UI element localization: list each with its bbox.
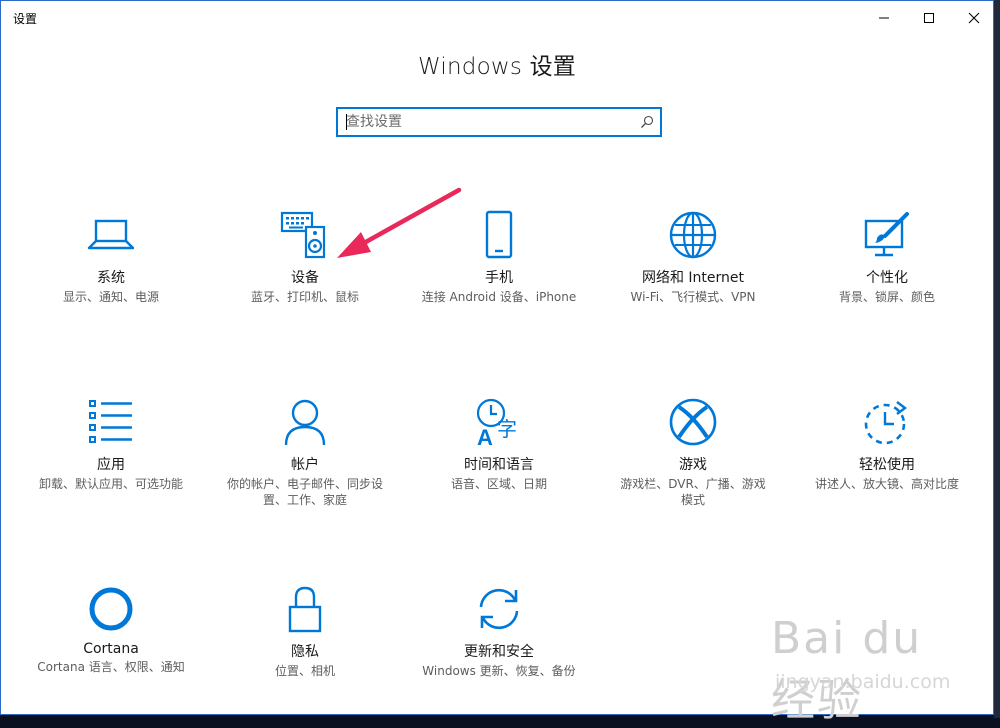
tile-description: 讲述人、放大镜、高对比度 (814, 477, 959, 491)
tile-system[interactable]: 系统 显示、通知、电源 (31, 209, 191, 305)
tile-name: 应用 (97, 457, 125, 473)
tile-personalization[interactable]: 个性化 背景、锁屏、颜色 (807, 209, 967, 305)
person-icon (284, 399, 326, 446)
lock-icon (288, 586, 322, 633)
svg-text:字: 字 (497, 417, 517, 441)
tile-name: 更新和安全 (464, 644, 534, 660)
tile-accounts[interactable]: 帐户 你的帐户、电子邮件、同步设置、工作、家庭 (225, 396, 385, 508)
tile-name: 网络和 Internet (641, 270, 745, 286)
tile-description: 你的帐户、电子邮件、同步设置、工作、家庭 (227, 477, 384, 507)
search-input[interactable] (338, 109, 628, 135)
tile-description: 连接 Android 设备、iPhone (421, 290, 577, 304)
tile-update-security[interactable]: 更新和安全 Windows 更新、恢复、备份 (419, 583, 579, 679)
search-box[interactable] (336, 107, 662, 137)
tile-name: 个性化 (866, 270, 908, 286)
tile-description: 位置、相机 (274, 664, 335, 678)
tile-description: 语音、区域、日期 (450, 477, 547, 491)
tile-gaming[interactable]: 游戏 游戏栏、DVR、广播、游戏模式 (613, 396, 773, 508)
tile-description: Wi-Fi、飞行模式、VPN (630, 290, 756, 304)
personalization-icon (864, 212, 909, 257)
tile-description: 蓝牙、打印机、鼠标 (250, 290, 359, 304)
tile-name: 帐户 (291, 457, 319, 473)
watermark: Bai du 经验 jingyan.baidu.com (761, 601, 961, 726)
tile-name: 游戏 (679, 457, 707, 473)
svg-text:A: A (477, 425, 493, 448)
tile-apps[interactable]: 应用 卸载、默认应用、可选功能 (31, 396, 191, 492)
tile-ease-of-access[interactable]: 轻松使用 讲述人、放大镜、高对比度 (807, 396, 967, 492)
minimize-icon (879, 17, 889, 19)
title-bar[interactable]: 设置 (1, 1, 993, 35)
devices-icon (280, 211, 326, 259)
tile-description: Cortana 语言、权限、通知 (37, 660, 185, 674)
search-icon[interactable] (640, 115, 654, 129)
tile-description: 卸载、默认应用、可选功能 (38, 477, 183, 491)
tile-name: 系统 (97, 270, 125, 286)
tile-cortana[interactable]: Cortana Cortana 语言、权限、通知 (31, 583, 191, 675)
annotation-arrow (337, 187, 462, 258)
window-title: 设置 (13, 12, 38, 26)
ease-of-access-icon (864, 401, 907, 445)
tile-description: Windows 更新、恢复、备份 (422, 664, 576, 678)
settings-window: 设置 Windows 设置 系统 显示、通知、电源 (0, 0, 994, 726)
tile-description: 显示、通知、电源 (62, 290, 159, 304)
tile-description: 游戏栏、DVR、广播、游戏模式 (620, 477, 766, 507)
xbox-icon (669, 398, 717, 446)
sync-icon (479, 588, 519, 630)
apps-list-icon (89, 400, 132, 443)
close-button[interactable] (951, 1, 997, 35)
maximize-icon (924, 13, 934, 23)
tile-name: 设备 (291, 270, 319, 286)
text-caret (346, 114, 347, 130)
tile-name: 时间和语言 (464, 457, 534, 473)
tile-privacy[interactable]: 隐私 位置、相机 (225, 583, 385, 679)
tile-network[interactable]: 网络和 Internet Wi-Fi、飞行模式、VPN (613, 209, 773, 305)
page-title: Windows 设置 (418, 54, 576, 80)
phone-icon (485, 210, 513, 259)
tile-time-language[interactable]: A 字 时间和语言 语音、区域、日期 (419, 396, 579, 492)
tile-description: 背景、锁屏、颜色 (838, 290, 935, 304)
time-language-icon: A 字 (476, 398, 517, 448)
globe-icon (669, 211, 717, 259)
tile-name: 手机 (485, 270, 513, 286)
close-icon (968, 12, 980, 24)
cortana-icon (89, 587, 133, 631)
desktop-background (994, 0, 1000, 718)
maximize-button[interactable] (906, 1, 952, 35)
tile-name: Cortana (83, 641, 139, 657)
laptop-icon (87, 219, 135, 250)
minimize-button[interactable] (861, 1, 907, 35)
tile-name: 轻松使用 (859, 457, 915, 473)
tile-name: 隐私 (291, 644, 319, 660)
watermark-url: jingyan.baidu.com (775, 671, 951, 693)
